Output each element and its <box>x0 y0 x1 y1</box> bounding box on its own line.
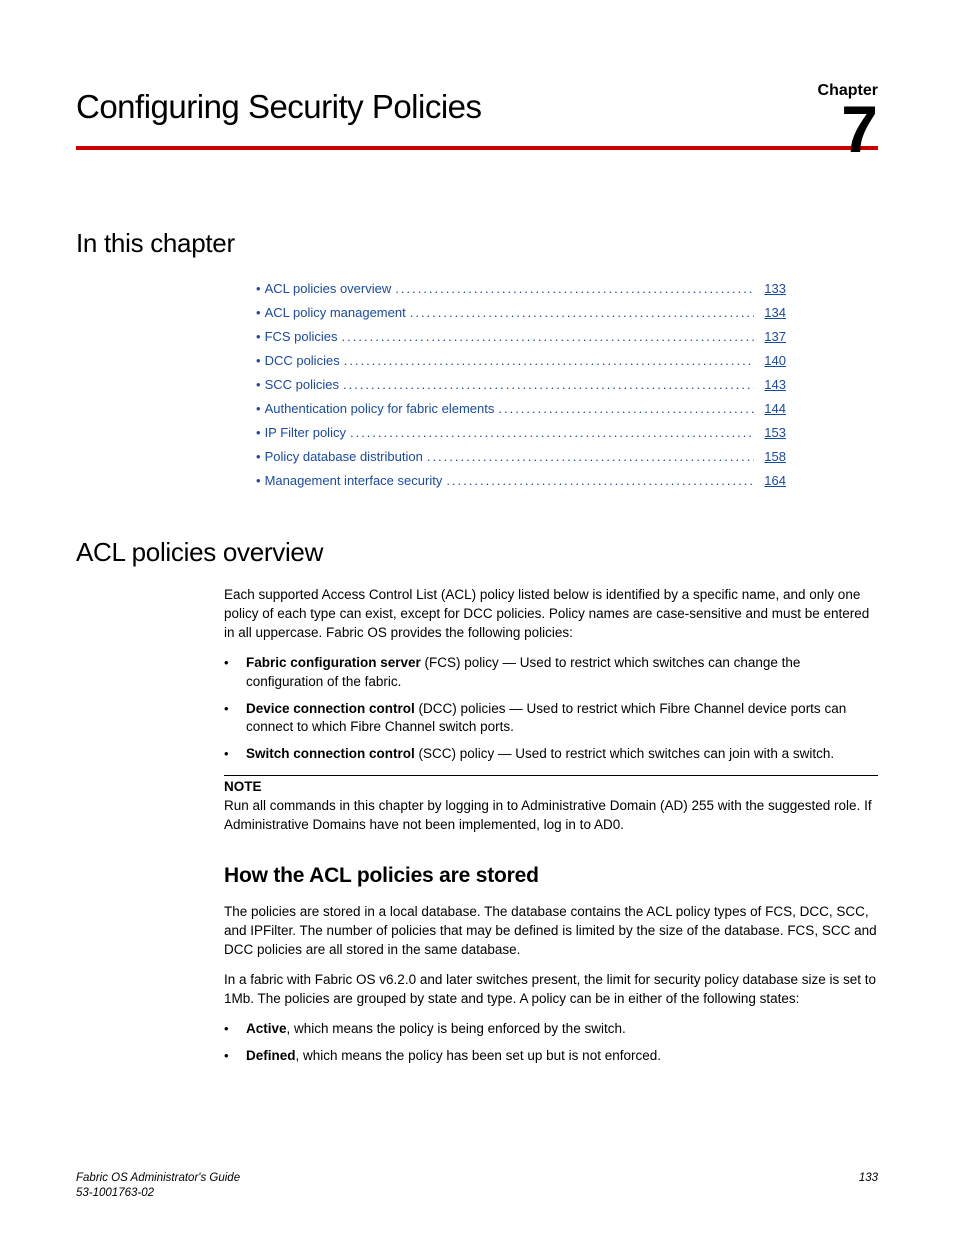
toc-link[interactable]: FCS policies <box>265 325 338 349</box>
bullet-text: Active, which means the policy is being … <box>246 1020 878 1039</box>
toc-link[interactable]: Policy database distribution <box>265 445 423 469</box>
toc-link[interactable]: ACL policy management <box>265 301 406 325</box>
paragraph: The policies are stored in a local datab… <box>224 903 878 959</box>
bullet-icon: • <box>224 745 246 764</box>
note-divider <box>224 775 878 776</box>
bullet-lead: Active <box>246 1021 287 1036</box>
paragraph: In a fabric with Fabric OS v6.2.0 and la… <box>224 971 878 1008</box>
bullet-lead: Fabric configuration server <box>246 655 421 670</box>
toc-item: • SCC policies 143 <box>256 373 786 397</box>
toc-page-link[interactable]: 137 <box>758 325 786 349</box>
bullet-text: Defined, which means the policy has been… <box>246 1047 878 1066</box>
toc-link[interactable]: SCC policies <box>265 373 339 397</box>
chapter-title: Configuring Security Policies <box>76 88 482 140</box>
toc-item: • DCC policies 140 <box>256 349 786 373</box>
toc-leader-dots <box>395 277 754 301</box>
toc-leader-dots <box>350 421 754 445</box>
toc-item: • Policy database distribution 158 <box>256 445 786 469</box>
toc-heading: In this chapter <box>76 228 878 259</box>
footer-docnum: 53-1001763-02 <box>76 1186 240 1201</box>
bullet-icon: • <box>256 325 261 349</box>
toc-leader-dots <box>344 349 754 373</box>
list-item: • Active, which means the policy is bein… <box>224 1020 878 1039</box>
bullet-icon: • <box>256 277 261 301</box>
toc-item: • Management interface security 164 <box>256 469 786 493</box>
bullet-lead: Device connection control <box>246 701 415 716</box>
bullet-rest: (SCC) policy — Used to restrict which sw… <box>415 746 834 761</box>
list-item: • Fabric configuration server (FCS) poli… <box>224 654 878 691</box>
bullet-text: Device connection control (DCC) policies… <box>246 700 878 737</box>
toc-page-link[interactable]: 158 <box>758 445 786 469</box>
bullet-text: Switch connection control (SCC) policy —… <box>246 745 878 764</box>
chapter-number-wrap: 7 <box>841 96 878 162</box>
toc-list: • ACL policies overview 133 • ACL policy… <box>256 277 786 493</box>
bullet-icon: • <box>256 373 261 397</box>
bullet-icon: • <box>224 1047 246 1066</box>
toc-page-link[interactable]: 164 <box>758 469 786 493</box>
toc-page-link[interactable]: 143 <box>758 373 786 397</box>
toc-page-link[interactable]: 133 <box>758 277 786 301</box>
bullet-text: Fabric configuration server (FCS) policy… <box>246 654 878 691</box>
toc-link[interactable]: Management interface security <box>265 469 443 493</box>
list-item: • Device connection control (DCC) polici… <box>224 700 878 737</box>
bullet-icon: • <box>224 1020 246 1039</box>
list-item: • Switch connection control (SCC) policy… <box>224 745 878 764</box>
bullet-lead: Defined <box>246 1048 296 1063</box>
bullet-icon: • <box>256 397 261 421</box>
chapter-divider <box>76 146 878 150</box>
footer-left: Fabric OS Administrator's Guide 53-10017… <box>76 1171 240 1201</box>
list-item: • Defined, which means the policy has be… <box>224 1047 878 1066</box>
toc-leader-dots <box>343 373 754 397</box>
chapter-number: 7 <box>841 92 878 166</box>
bullet-icon: • <box>256 301 261 325</box>
toc-leader-dots <box>342 325 754 349</box>
toc-leader-dots <box>427 445 754 469</box>
toc-item: • FCS policies 137 <box>256 325 786 349</box>
toc-link[interactable]: ACL policies overview <box>265 277 392 301</box>
page-footer: Fabric OS Administrator's Guide 53-10017… <box>76 1171 878 1201</box>
toc-item: • ACL policies overview 133 <box>256 277 786 301</box>
chapter-header: Chapter Configuring Security Policies 7 <box>76 88 878 140</box>
policy-bullet-list: • Fabric configuration server (FCS) poli… <box>224 654 878 763</box>
bullet-icon: • <box>256 421 261 445</box>
toc-leader-dots <box>410 301 754 325</box>
footer-page-number: 133 <box>859 1171 878 1201</box>
section-body: Each supported Access Control List (ACL)… <box>224 586 878 1065</box>
toc-leader-dots <box>498 397 754 421</box>
subsection-heading-storage: How the ACL policies are stored <box>224 862 878 891</box>
state-bullet-list: • Active, which means the policy is bein… <box>224 1020 878 1065</box>
intro-paragraph: Each supported Access Control List (ACL)… <box>224 586 878 642</box>
bullet-icon: • <box>256 349 261 373</box>
toc-item: • ACL policy management 134 <box>256 301 786 325</box>
toc-link[interactable]: Authentication policy for fabric element… <box>265 397 495 421</box>
toc-leader-dots <box>446 469 754 493</box>
toc-item: • Authentication policy for fabric eleme… <box>256 397 786 421</box>
toc-page-link[interactable]: 134 <box>758 301 786 325</box>
toc-link[interactable]: IP Filter policy <box>265 421 346 445</box>
bullet-lead: Switch connection control <box>246 746 415 761</box>
bullet-rest: , which means the policy has been set up… <box>296 1048 661 1063</box>
bullet-rest: , which means the policy is being enforc… <box>287 1021 626 1036</box>
bullet-icon: • <box>224 700 246 737</box>
note-text: Run all commands in this chapter by logg… <box>224 797 878 834</box>
toc-item: • IP Filter policy 153 <box>256 421 786 445</box>
toc-page-link[interactable]: 153 <box>758 421 786 445</box>
toc-page-link[interactable]: 140 <box>758 349 786 373</box>
bullet-icon: • <box>256 445 261 469</box>
bullet-icon: • <box>256 469 261 493</box>
toc-page-link[interactable]: 144 <box>758 397 786 421</box>
bullet-icon: • <box>224 654 246 691</box>
footer-title: Fabric OS Administrator's Guide <box>76 1171 240 1186</box>
toc-link[interactable]: DCC policies <box>265 349 340 373</box>
section-heading-acl-overview: ACL policies overview <box>76 537 878 568</box>
note-label: NOTE <box>224 778 878 797</box>
